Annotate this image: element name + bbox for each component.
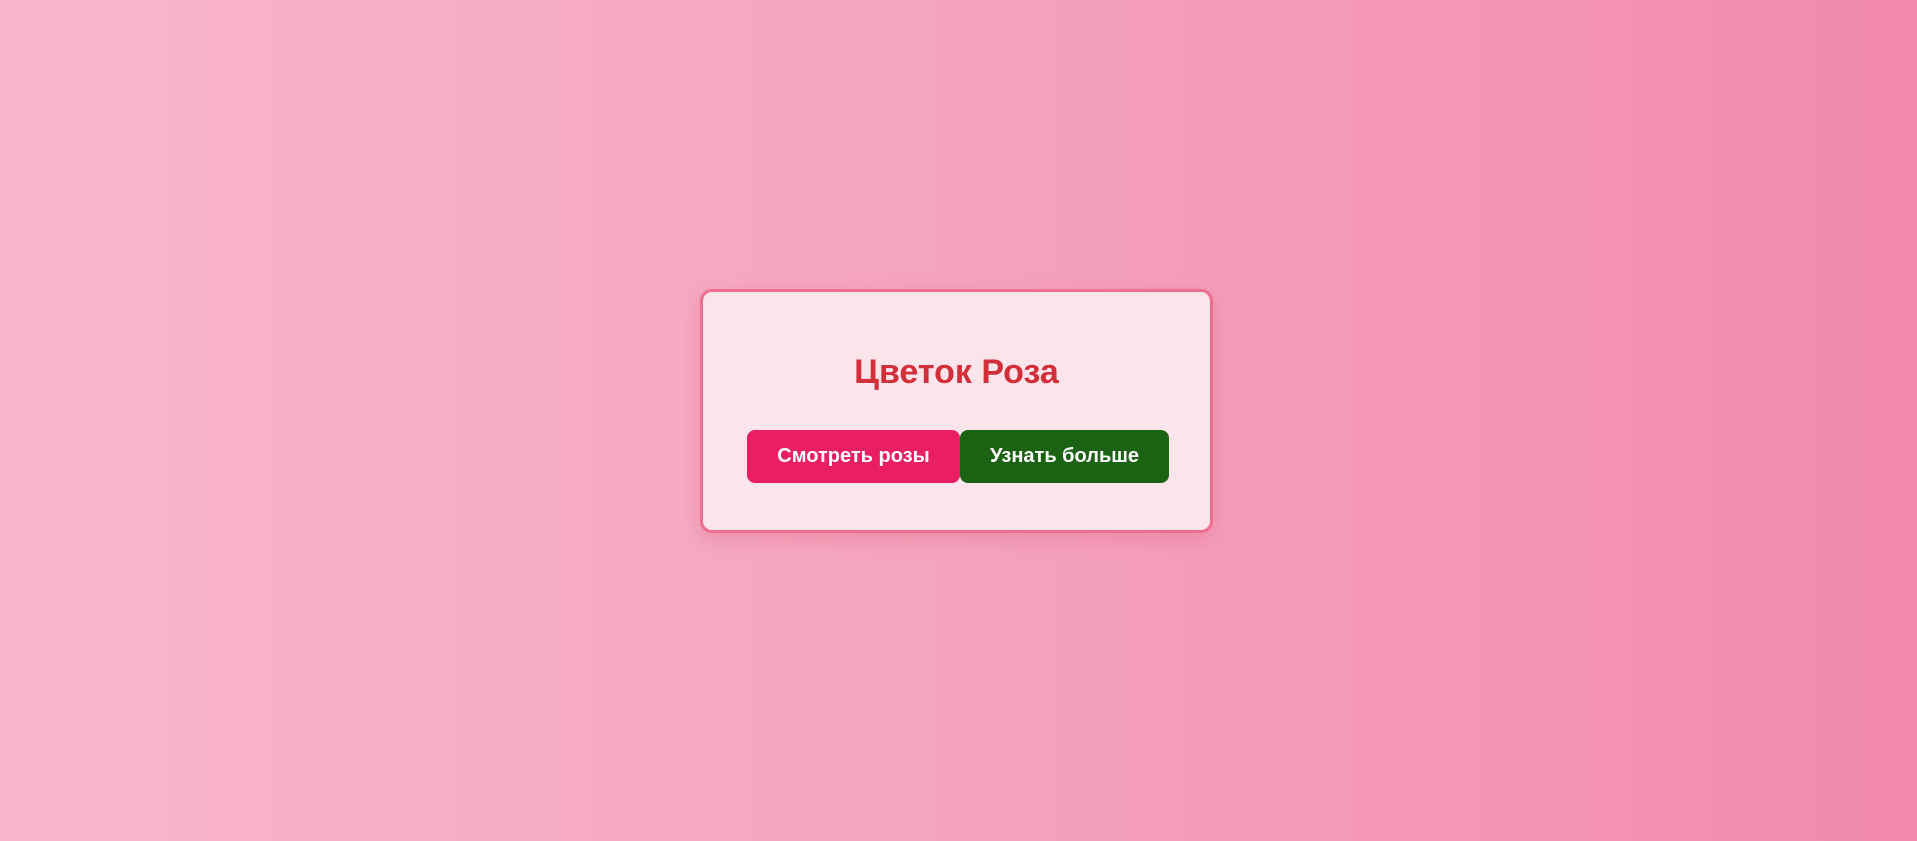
card-actions: Смотреть розы Узнать больше <box>747 430 1169 483</box>
rose-card: Цветок Роза Смотреть розы Узнать больше <box>700 289 1213 533</box>
card-title: Цветок Роза <box>854 353 1059 391</box>
view-roses-button[interactable]: Смотреть розы <box>747 430 960 483</box>
learn-more-button[interactable]: Узнать больше <box>960 430 1169 483</box>
